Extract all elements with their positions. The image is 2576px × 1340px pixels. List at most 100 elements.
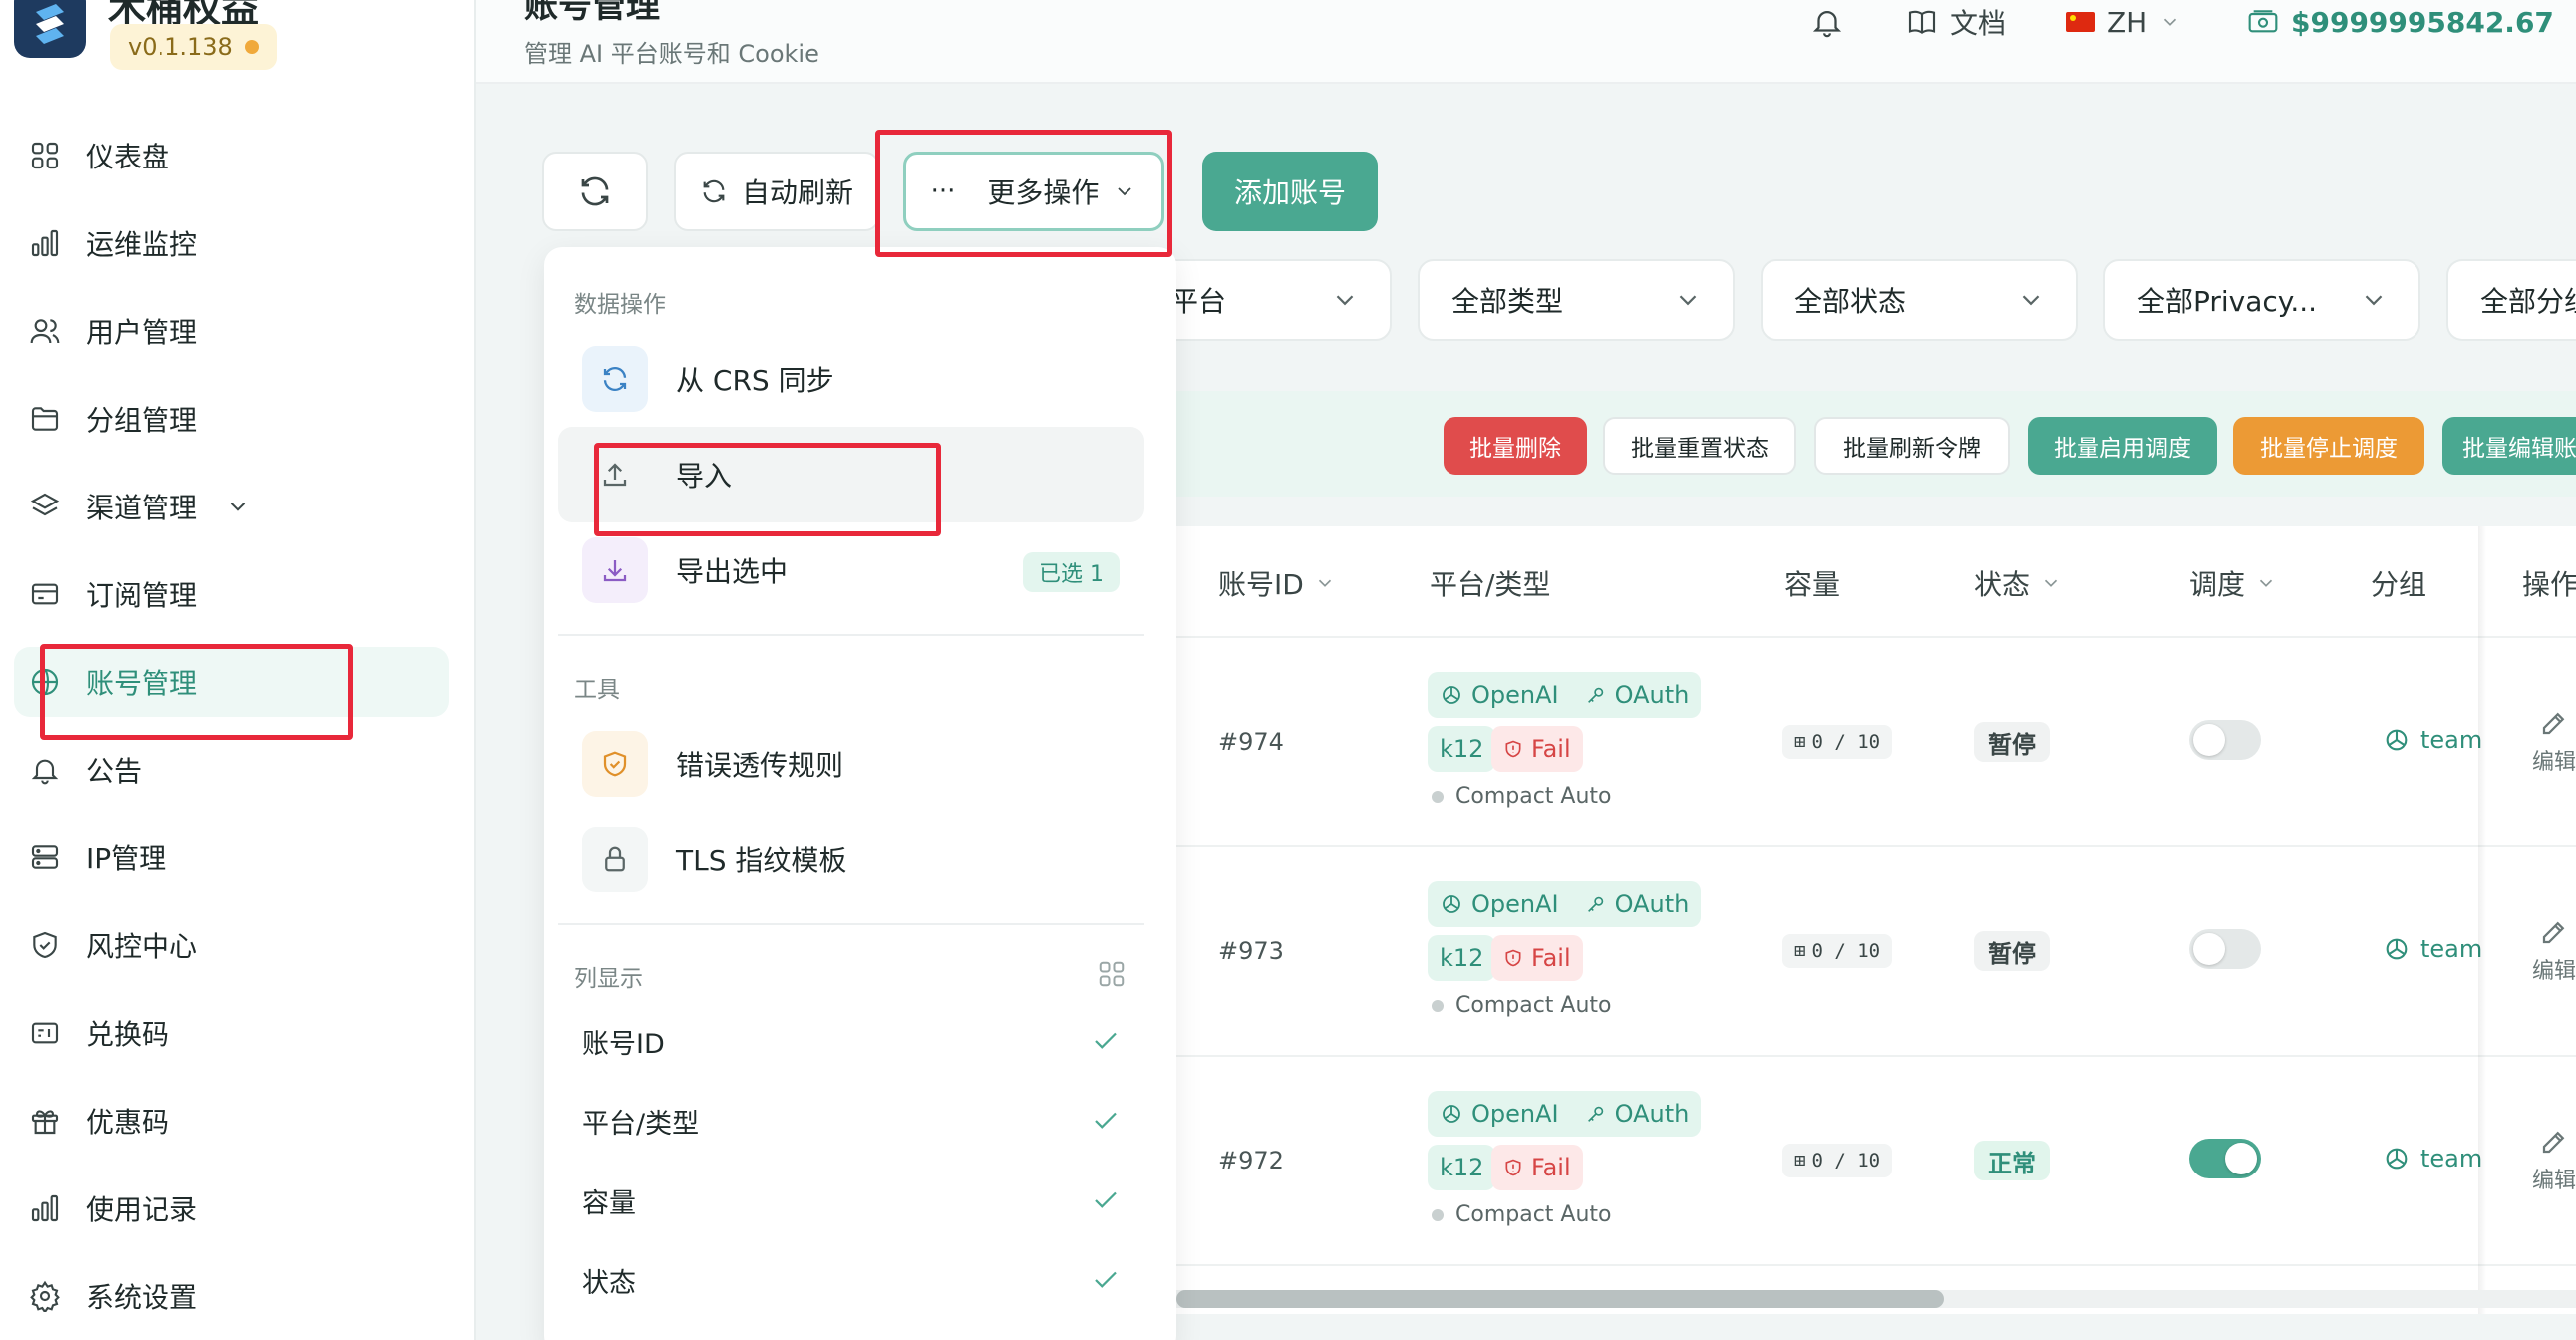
sidebar-item-risk[interactable]: 风控中心 — [14, 910, 449, 980]
card-icon — [26, 575, 64, 613]
sidebar-item-redeem[interactable]: 兑换码 — [14, 998, 449, 1068]
group-filter[interactable]: 全部分组 — [2446, 259, 2576, 341]
openai-icon — [1440, 683, 1463, 707]
highlight-box-import — [594, 443, 941, 536]
china-flag-icon — [2066, 12, 2095, 32]
refresh-icon — [577, 173, 613, 209]
openai-icon — [2383, 935, 2411, 963]
grid-icon: ⊞ — [1794, 731, 1806, 753]
sidebar-item-usage[interactable]: 使用记录 — [14, 1173, 449, 1243]
notifications-button[interactable] — [1810, 0, 1844, 44]
column-header-schedule[interactable]: 调度 — [2189, 563, 2277, 603]
group-filter-value: 全部分组 — [2480, 285, 2576, 318]
language-selector[interactable]: ZH — [2066, 0, 2181, 44]
fail-badge: Fail — [1491, 726, 1583, 772]
column-header-status[interactable]: 状态 — [1974, 563, 2062, 603]
account-id: #974 — [1218, 728, 1284, 756]
scrollbar-thumb[interactable] — [1176, 1290, 1944, 1308]
bell-icon — [26, 751, 64, 789]
bar-chart-icon — [26, 224, 64, 262]
menu-item-label: 从 CRS 同步 — [676, 364, 834, 397]
sidebar-item-channels[interactable]: 渠道管理 — [14, 472, 449, 541]
schedule-toggle[interactable] — [2189, 1139, 2261, 1178]
column-header-actions: 操作 — [2522, 563, 2576, 603]
menu-item-label: 错误透传规则 — [676, 749, 844, 782]
auto-refresh-button[interactable]: 自动刷新 — [674, 152, 879, 231]
server-icon — [26, 838, 64, 876]
capacity-badge: ⊞ 0 / 10 — [1782, 725, 1893, 759]
sidebar-item-settings[interactable]: 系统设置 — [14, 1261, 449, 1331]
menu-item-sync-crs[interactable]: 从 CRS 同步 — [558, 331, 1144, 427]
check-icon — [1091, 1106, 1121, 1136]
sidebar-item-label: 优惠码 — [86, 1106, 170, 1139]
app-logo[interactable] — [14, 0, 86, 58]
status-dot — [244, 40, 259, 54]
batch-refresh-token-button[interactable]: 批量刷新令牌 — [1814, 417, 2010, 475]
menu-item-label: TLS 指纹模板 — [676, 844, 847, 877]
privacy-filter[interactable]: 全部Privacy... — [2103, 259, 2420, 341]
status-filter[interactable]: 全部状态 — [1761, 259, 2078, 341]
ticket-icon — [26, 1014, 64, 1052]
sidebar-item-coupons[interactable]: 优惠码 — [14, 1086, 449, 1156]
column-toggle-capacity[interactable]: 容量 — [582, 1171, 1121, 1230]
sidebar-item-users[interactable]: 用户管理 — [14, 296, 449, 366]
status-badge: 暂停 — [1974, 722, 2050, 762]
sidebar-item-label: 分组管理 — [86, 404, 198, 437]
sidebar-item-label: 公告 — [86, 755, 143, 788]
column-header-id[interactable]: 账号ID — [1218, 563, 1336, 603]
sidebar-item-ip[interactable]: IP管理 — [14, 823, 449, 892]
batch-delete-button[interactable]: 批量删除 — [1444, 417, 1587, 475]
refresh-button[interactable] — [542, 152, 648, 231]
column-header-label: 账号ID — [1218, 568, 1304, 601]
menu-item-tls-template[interactable]: TLS 指纹模板 — [558, 812, 1144, 907]
batch-disable-schedule-button[interactable]: 批量停止调度 — [2233, 417, 2424, 475]
status-badge: 正常 — [1974, 1141, 2050, 1180]
wallet-icon — [2247, 6, 2279, 38]
schedule-toggle[interactable] — [2189, 720, 2261, 760]
sidebar-item-label: 系统设置 — [86, 1281, 198, 1314]
fail-badge: Fail — [1491, 935, 1583, 981]
sidebar-item-label: 使用记录 — [86, 1193, 198, 1226]
balance-display[interactable]: $9999995842.67 — [2247, 0, 2554, 44]
add-account-button[interactable]: 添加账号 — [1202, 152, 1378, 231]
chevron-down-icon — [1314, 572, 1336, 594]
language-label: ZH — [2107, 5, 2148, 39]
edit-button[interactable]: 编辑 — [2532, 1127, 2576, 1194]
column-header-label: 操作 — [2522, 568, 2576, 601]
column-toggle-platform[interactable]: 平台/类型 — [582, 1091, 1121, 1151]
menu-item-label: 导出选中 — [676, 555, 789, 588]
account-id: #972 — [1218, 1147, 1284, 1174]
sidebar-item-announcements[interactable]: 公告 — [14, 735, 449, 805]
privacy-filter-value: 全部Privacy... — [2137, 285, 2318, 318]
column-toggle-id[interactable]: 账号ID — [582, 1011, 1121, 1071]
sidebar-item-dashboard[interactable]: 仪表盘 — [14, 121, 449, 190]
edit-button[interactable]: 编辑 — [2532, 917, 2576, 985]
batch-edit-button[interactable]: 批量编辑账号 — [2442, 417, 2576, 475]
menu-item-error-rules[interactable]: 错误透传规则 — [558, 716, 1144, 812]
batch-enable-schedule-button[interactable]: 批量启用调度 — [2028, 417, 2217, 475]
group-tag: team — [2383, 1145, 2482, 1172]
batch-reset-status-button[interactable]: 批量重置状态 — [1603, 417, 1796, 475]
column-header-label: 调度 — [2189, 568, 2246, 601]
grid-icon — [1097, 959, 1127, 989]
schedule-toggle[interactable] — [2189, 929, 2261, 969]
key-icon — [1585, 893, 1607, 915]
edit-icon — [2539, 917, 2569, 947]
sticky-column-shadow — [2478, 526, 2486, 1314]
platform-label: OpenAI — [1471, 681, 1559, 709]
lock-icon — [582, 827, 648, 892]
sidebar-item-groups[interactable]: 分组管理 — [14, 384, 449, 454]
sidebar-item-monitoring[interactable]: 运维监控 — [14, 208, 449, 278]
platform-badge: OpenAI OAuth — [1428, 1091, 1702, 1137]
type-filter[interactable]: 全部类型 — [1418, 259, 1735, 341]
sidebar-item-label: 兑换码 — [86, 1018, 170, 1051]
edit-button[interactable]: 编辑 — [2532, 708, 2576, 776]
sync-icon — [582, 346, 648, 412]
shield-check-icon — [582, 731, 648, 797]
sidebar-item-label: 风控中心 — [86, 930, 198, 963]
sidebar-item-subscriptions[interactable]: 订阅管理 — [14, 559, 449, 629]
column-header-label: 状态 — [1974, 568, 2031, 601]
column-header-label: 分组 — [2371, 568, 2427, 601]
docs-link[interactable]: 文档 — [1906, 0, 2006, 44]
column-toggle-status[interactable]: 状态 — [582, 1250, 1121, 1310]
